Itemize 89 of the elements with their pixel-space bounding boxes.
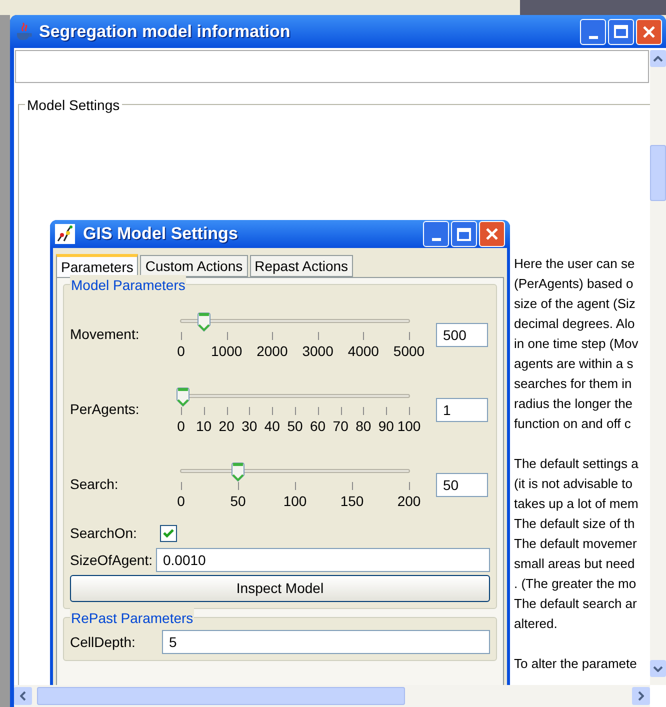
text-field[interactable]: 0.0010 [156,548,490,572]
tick-label: 0 [177,492,185,508]
tick-label: 3000 [302,342,334,358]
tab[interactable]: Parameters [56,254,138,277]
slider-thumb[interactable] [196,312,211,332]
maximize-button[interactable] [608,18,634,44]
tick-label: 150 [340,492,364,508]
chevron-down-icon [653,666,663,672]
close-button[interactable] [636,18,662,44]
help-text-line: The default search ar [514,595,638,613]
chevron-right-icon [638,691,644,701]
slider[interactable]: 0 10 20 30 40 50 60 70 80 90 100 [162,380,428,440]
chevron-left-icon [20,691,26,701]
maximize-button[interactable] [451,221,477,247]
help-text-line: (it is not advisable to [514,475,634,493]
tick-label: 90 [378,418,394,434]
scroll-thumb[interactable] [37,687,405,705]
tick-label: 80 [356,418,372,434]
help-text-line: decimal degrees. Alo [514,315,636,333]
tick-label: 4000 [348,342,379,358]
horizontal-scrollbar[interactable] [14,685,650,707]
tick-label: 100 [283,492,307,508]
checkbox[interactable] [160,524,177,542]
help-text-line: in one time step (Mov [514,335,640,353]
chevron-up-icon [653,56,663,62]
text-field[interactable] [15,50,649,83]
help-text-line: To alter the paramete [514,655,638,673]
help-text-line: takes up a lot of mem [514,495,640,513]
vertical-scrollbar[interactable] [650,50,666,685]
inspect-model-button[interactable]: Inspect Model [70,575,490,602]
text-field[interactable]: 5 [162,630,490,654]
field-label: CellDepth: [70,632,136,652]
tick-label: 0 [177,342,185,358]
slider-label: Movement: [70,325,140,344]
close-icon [642,24,656,38]
slider-label: PerAgents: [70,400,140,419]
help-text-line: altered. [514,615,558,633]
help-text-line: The default movemer [514,535,638,553]
cup-icon [15,22,33,42]
slider[interactable]: 0 1000 2000 3000 4000 5000 [162,304,428,364]
tick-label: 60 [310,418,326,434]
tick-label: 200 [397,492,421,508]
help-text-line: radius the longer the [514,395,634,413]
tab[interactable]: Custom Actions [140,255,248,277]
checkbox-label: SearchOn: [70,524,138,542]
scroll-right-button[interactable] [632,687,650,705]
help-text-line: The default size of th [514,515,636,533]
value-field[interactable]: 1 [436,398,488,422]
slider-thumb[interactable] [176,386,190,406]
value-field[interactable]: 50 [436,472,488,496]
dialog-title: GIS Model Settings [83,223,239,246]
scroll-thumb[interactable] [650,145,666,201]
tick-label: 2000 [256,342,288,358]
scroll-up-button[interactable] [650,50,666,67]
tab[interactable]: Repast Actions [250,255,354,277]
tick-label: 40 [264,418,280,434]
check-icon [163,528,174,538]
window-title: Segregation model information [39,20,292,43]
help-text-line: . (The greater the mo [514,575,638,593]
tick-label: 100 [397,418,421,434]
scroll-down-button[interactable] [650,660,666,677]
help-text-line: function on and off c [514,415,632,433]
help-text-line: searches for them in [514,375,633,393]
tick-label: 1000 [211,342,242,358]
tick-label: 70 [332,418,348,434]
tick-label: 20 [218,418,234,434]
tick-label: 5000 [393,342,425,358]
minimize-button[interactable] [580,18,606,44]
tick-label: 50 [230,492,246,508]
slider-thumb[interactable] [231,462,245,482]
close-button[interactable] [479,221,505,247]
slider[interactable]: 0 50 100 150 200 [162,454,428,514]
field-label: SizeOfAgent: [70,550,154,570]
scroll-left-button[interactable] [14,687,32,705]
tick-label: 0 [177,418,185,434]
help-text-line: (PerAgents) based o [514,275,634,293]
help-text-line: agents are within a s [514,355,634,373]
help-text-line: Here the user can se [514,255,636,273]
slider-label: Search: [70,475,120,494]
close-icon [485,227,499,241]
minimize-button[interactable] [423,221,449,247]
help-text-line: small areas but need [514,555,636,573]
tick-label: 10 [196,418,212,434]
help-text-line: size of the agent (Siz [514,295,636,313]
tick-label: 50 [287,418,303,434]
app-icon [55,224,75,244]
value-field[interactable]: 500 [436,322,488,346]
help-text-line: The default settings a [514,455,640,473]
tick-label: 30 [242,418,258,434]
